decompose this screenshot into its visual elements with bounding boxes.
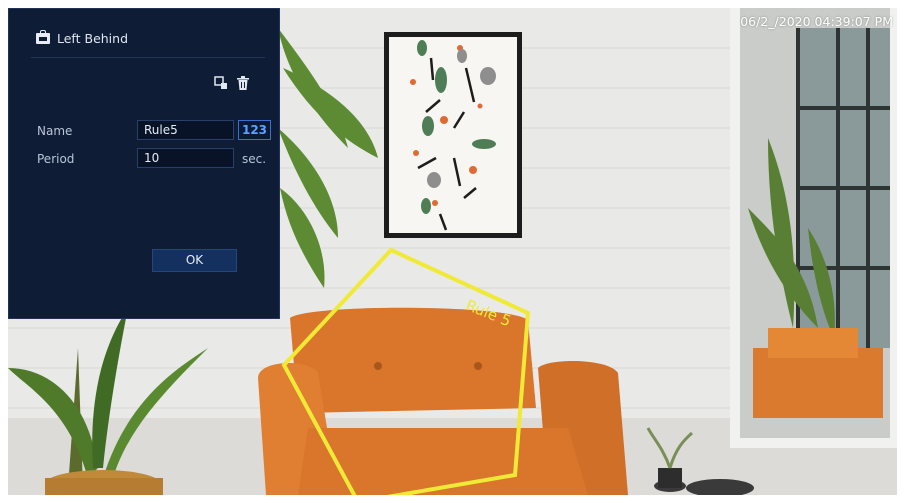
left-behind-settings-panel: Left Behind Name Rule5 123 Period 10 sec… bbox=[8, 8, 280, 319]
trash-icon[interactable] bbox=[237, 76, 253, 92]
period-unit: sec. bbox=[242, 152, 267, 166]
framed-poster bbox=[384, 32, 522, 238]
panel-header: Left Behind bbox=[36, 30, 129, 46]
name-label: Name bbox=[37, 124, 73, 138]
header-divider bbox=[31, 57, 265, 58]
period-input[interactable]: 10 bbox=[137, 148, 234, 168]
draw-region-icon[interactable] bbox=[214, 76, 230, 92]
briefcase-icon bbox=[36, 30, 50, 44]
panel-title: Left Behind bbox=[57, 31, 129, 46]
standing-mirror bbox=[730, 8, 897, 448]
period-label: Period bbox=[37, 152, 75, 166]
numeric-keyboard-button[interactable]: 123 bbox=[238, 120, 271, 140]
ok-button[interactable]: OK bbox=[152, 249, 237, 272]
rule-name-input[interactable]: Rule5 bbox=[137, 120, 234, 140]
video-timestamp: 06/2_/2020 04:39:07 PM bbox=[740, 14, 893, 29]
